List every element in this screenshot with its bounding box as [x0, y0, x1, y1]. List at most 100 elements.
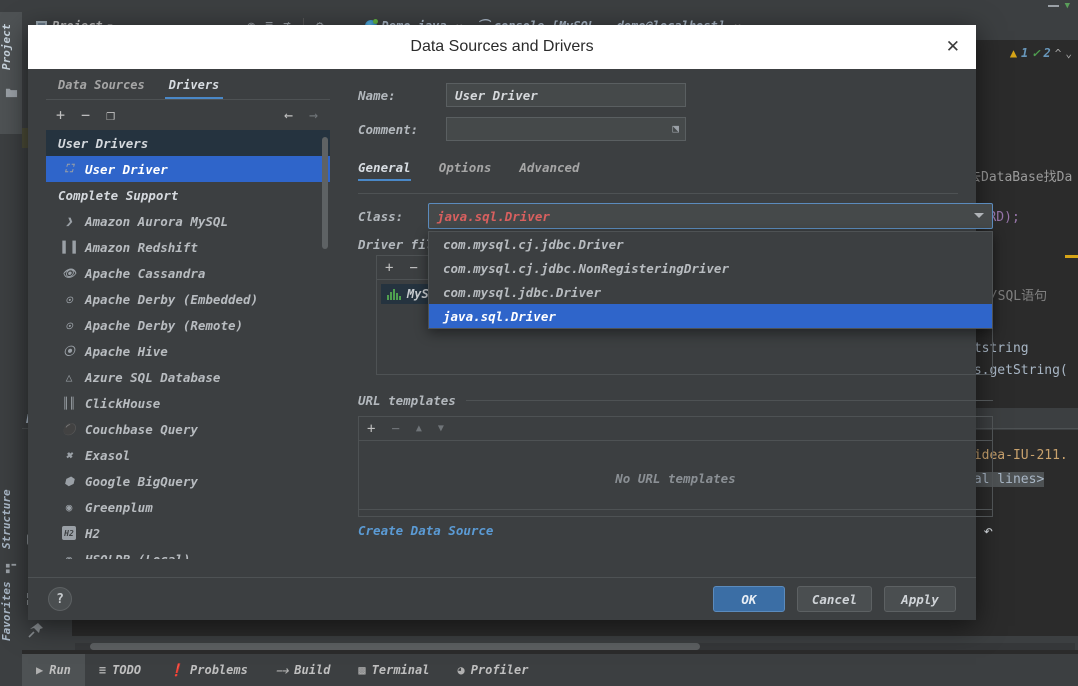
settings-tab-bar: General Options Advanced: [358, 155, 958, 181]
list-item[interactable]: H2 H2: [46, 520, 330, 546]
url-templates-toolbar: + − ▲ ▼: [358, 416, 993, 440]
dropdown-option[interactable]: com.mysql.cj.jdbc.NonRegisteringDriver: [429, 256, 992, 280]
list-item-label: User Driver: [85, 162, 168, 177]
list-item[interactable]: ◉ Greenplum: [46, 494, 330, 520]
bigquery-icon: ⬢: [62, 474, 76, 488]
class-combobox[interactable]: java.sql.Driver: [428, 203, 993, 229]
url-templates-empty-message: No URL templates: [358, 440, 993, 517]
list-item[interactable]: ⛶ User Driver: [46, 156, 330, 182]
left-tool-strip: Project Structure Favorites: [0, 12, 22, 686]
hsqldb-icon: ◉: [62, 552, 76, 559]
check-icon: ✓: [1032, 46, 1039, 60]
statusbar-item-profiler[interactable]: ◕ Profiler: [443, 654, 542, 686]
list-item[interactable]: ✖ Exasol: [46, 442, 330, 468]
minus-icon[interactable]: −: [81, 106, 90, 124]
list-item-label: Apache Derby (Remote): [85, 318, 243, 333]
sidebar-item-structure[interactable]: Structure: [0, 482, 22, 556]
cancel-button[interactable]: Cancel: [797, 586, 872, 612]
list-item[interactable]: ❯ Amazon Aurora MySQL: [46, 208, 330, 234]
group-header-complete-support: Complete Support: [46, 182, 330, 208]
arrow-right-icon[interactable]: →: [309, 106, 318, 124]
statusbar-label: Problems: [190, 663, 248, 677]
plus-icon[interactable]: +: [367, 421, 375, 437]
comment-input[interactable]: ⬔: [446, 117, 686, 141]
drivers-list-scrollbar[interactable]: [322, 137, 328, 249]
redshift-icon: ▌▐: [62, 240, 76, 254]
list-item-label: Exasol: [85, 448, 130, 463]
create-data-source-link[interactable]: Create Data Source: [358, 523, 493, 538]
list-item[interactable]: ⚫ Couchbase Query: [46, 416, 330, 442]
plus-icon[interactable]: +: [56, 106, 65, 124]
chevron-up-icon[interactable]: ^: [1055, 47, 1062, 60]
statusbar-label: TODO: [112, 663, 141, 677]
drivers-list[interactable]: User Drivers ⛶ User Driver Complete Supp…: [46, 130, 330, 559]
tab-general[interactable]: General: [358, 160, 421, 181]
list-icon: ≡: [99, 663, 106, 677]
copy-icon[interactable]: ❐: [106, 106, 115, 124]
tab-options[interactable]: Options: [439, 160, 502, 181]
ide-window-topbar: [0, 0, 1078, 12]
driver-settings-panel: Name: User Driver Comment: ⬔ General Opt…: [358, 69, 958, 559]
list-item[interactable]: ☉ Apache Derby (Embedded): [46, 286, 330, 312]
statusbar-label: Run: [49, 663, 71, 677]
chevron-down-icon[interactable]: [974, 213, 984, 218]
statusbar-label: Build: [294, 663, 330, 677]
list-item[interactable]: ◉ HSQLDB (Local): [46, 546, 330, 559]
list-item[interactable]: 👁 Apache Cassandra: [46, 260, 330, 286]
dialog-footer: ? OK Cancel Apply: [28, 577, 976, 620]
arrow-up-icon[interactable]: ▲: [416, 423, 422, 434]
custom-driver-icon: ⛶: [62, 162, 76, 176]
statusbar-item-run[interactable]: ▶ Run: [22, 654, 85, 686]
arrow-left-icon[interactable]: ←: [284, 106, 293, 124]
list-item-label: HSQLDB (Local): [85, 552, 190, 560]
dropdown-option[interactable]: com.mysql.jdbc.Driver: [429, 280, 992, 304]
tab-drivers[interactable]: Drivers: [157, 78, 232, 99]
sidebar-item-project[interactable]: Project: [0, 16, 22, 78]
list-item[interactable]: △ Azure SQL Database: [46, 364, 330, 390]
sidebar-item-favorites[interactable]: Favorites: [0, 574, 22, 648]
class-field-row: Class: java.sql.Driver: [358, 203, 993, 229]
list-item-label: Apache Derby (Embedded): [85, 292, 258, 307]
chevron-down-icon[interactable]: ⌄: [1065, 47, 1072, 60]
window-controls[interactable]: ▼: [958, 0, 1078, 12]
statusbar-item-problems[interactable]: ❗ Problems: [155, 654, 262, 686]
list-item[interactable]: ⬢ Google BigQuery: [46, 468, 330, 494]
tab-advanced[interactable]: Advanced: [519, 160, 589, 181]
list-item[interactable]: ▌▐ Amazon Redshift: [46, 234, 330, 260]
class-dropdown-list[interactable]: com.mysql.cj.jdbc.Driver com.mysql.cj.jd…: [428, 231, 993, 329]
arrow-down-icon[interactable]: ▼: [438, 423, 444, 434]
tab-data-sources[interactable]: Data Sources: [46, 78, 157, 99]
error-circle-icon: ❗: [169, 663, 184, 677]
inspection-status-widget[interactable]: ▲ 1 ✓ 2 ^ ⌄: [1010, 42, 1072, 64]
drivers-left-panel: Data Sources Drivers + − ❐ ← → User Driv…: [46, 69, 330, 559]
apply-button[interactable]: Apply: [884, 586, 956, 612]
download-arrow-icon[interactable]: ▼: [1065, 2, 1070, 11]
minus-icon[interactable]: −: [409, 260, 417, 276]
list-item[interactable]: ⦿ Apache Hive: [46, 338, 330, 364]
name-label: Name:: [358, 88, 446, 103]
statusbar-item-todo[interactable]: ≡ TODO: [85, 654, 155, 686]
statusbar-item-build[interactable]: ⤍ Build: [262, 654, 345, 686]
ok-button[interactable]: OK: [713, 586, 785, 612]
clickhouse-icon: ║║: [62, 396, 76, 410]
dropdown-option[interactable]: java.sql.Driver: [429, 304, 992, 328]
close-icon[interactable]: ✕: [946, 38, 960, 55]
pin-icon[interactable]: [28, 622, 44, 642]
dialog-title: Data Sources and Drivers: [410, 38, 593, 56]
plus-icon[interactable]: +: [385, 260, 393, 276]
help-button[interactable]: ?: [48, 587, 72, 611]
name-input[interactable]: User Driver: [446, 83, 686, 107]
dropdown-option[interactable]: com.mysql.cj.jdbc.Driver: [429, 232, 992, 256]
minus-icon[interactable]: −: [391, 421, 399, 437]
list-item-label: Greenplum: [85, 500, 153, 515]
horizontal-scrollbar-thumb[interactable]: [90, 643, 700, 650]
list-item[interactable]: ☉ Apache Derby (Remote): [46, 312, 330, 338]
revert-icon[interactable]: ↶: [983, 521, 993, 540]
cassandra-icon: 👁: [62, 266, 76, 280]
expand-icon[interactable]: ⬔: [672, 122, 679, 135]
list-item[interactable]: ║║ ClickHouse: [46, 390, 330, 416]
aurora-icon: ❯: [62, 214, 76, 228]
folder-icon: [5, 84, 18, 97]
statusbar-item-terminal[interactable]: ▩ Terminal: [344, 654, 443, 686]
minimize-icon[interactable]: [1048, 5, 1059, 7]
